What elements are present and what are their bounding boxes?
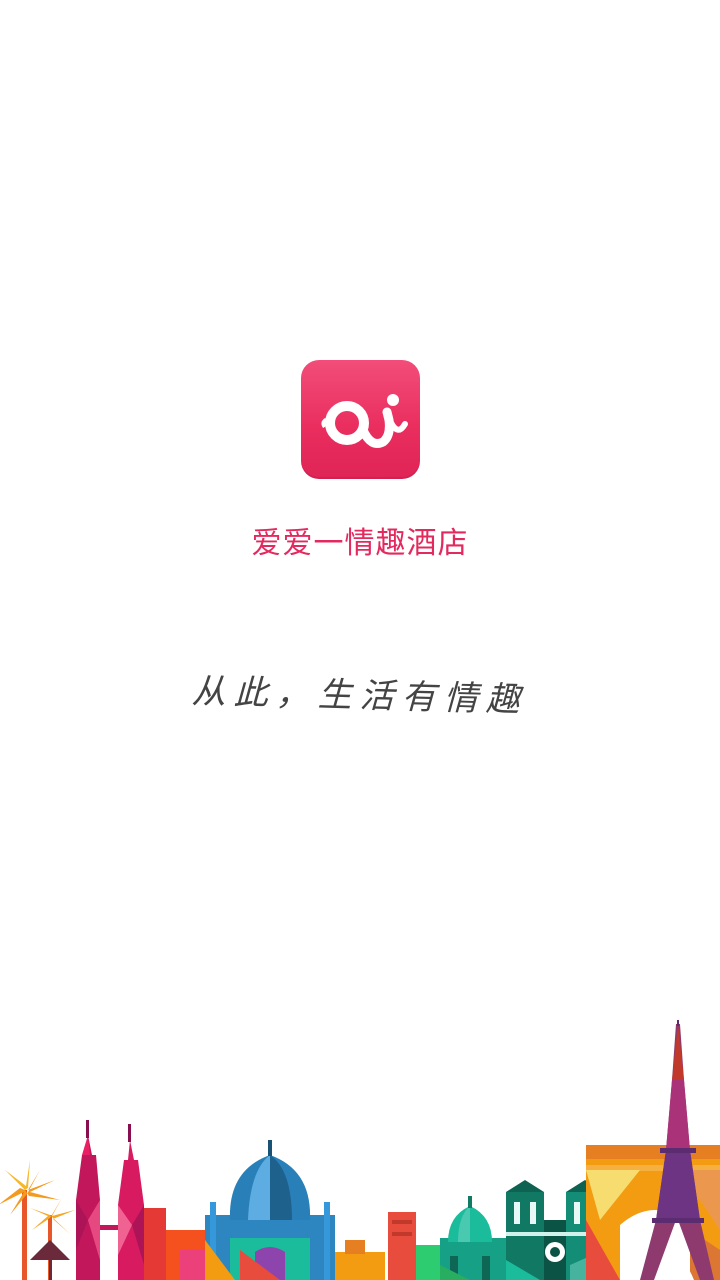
app-name: 爱爱一情趣酒店 (251, 526, 469, 561)
splash-screen: 爱爱一情趣酒店 从此，生活有情趣 (0, 0, 720, 1280)
city-skyline-illustration (0, 1020, 720, 1280)
ai-logo-icon (301, 360, 420, 479)
slogan: 从此，生活有情趣 (191, 671, 529, 721)
